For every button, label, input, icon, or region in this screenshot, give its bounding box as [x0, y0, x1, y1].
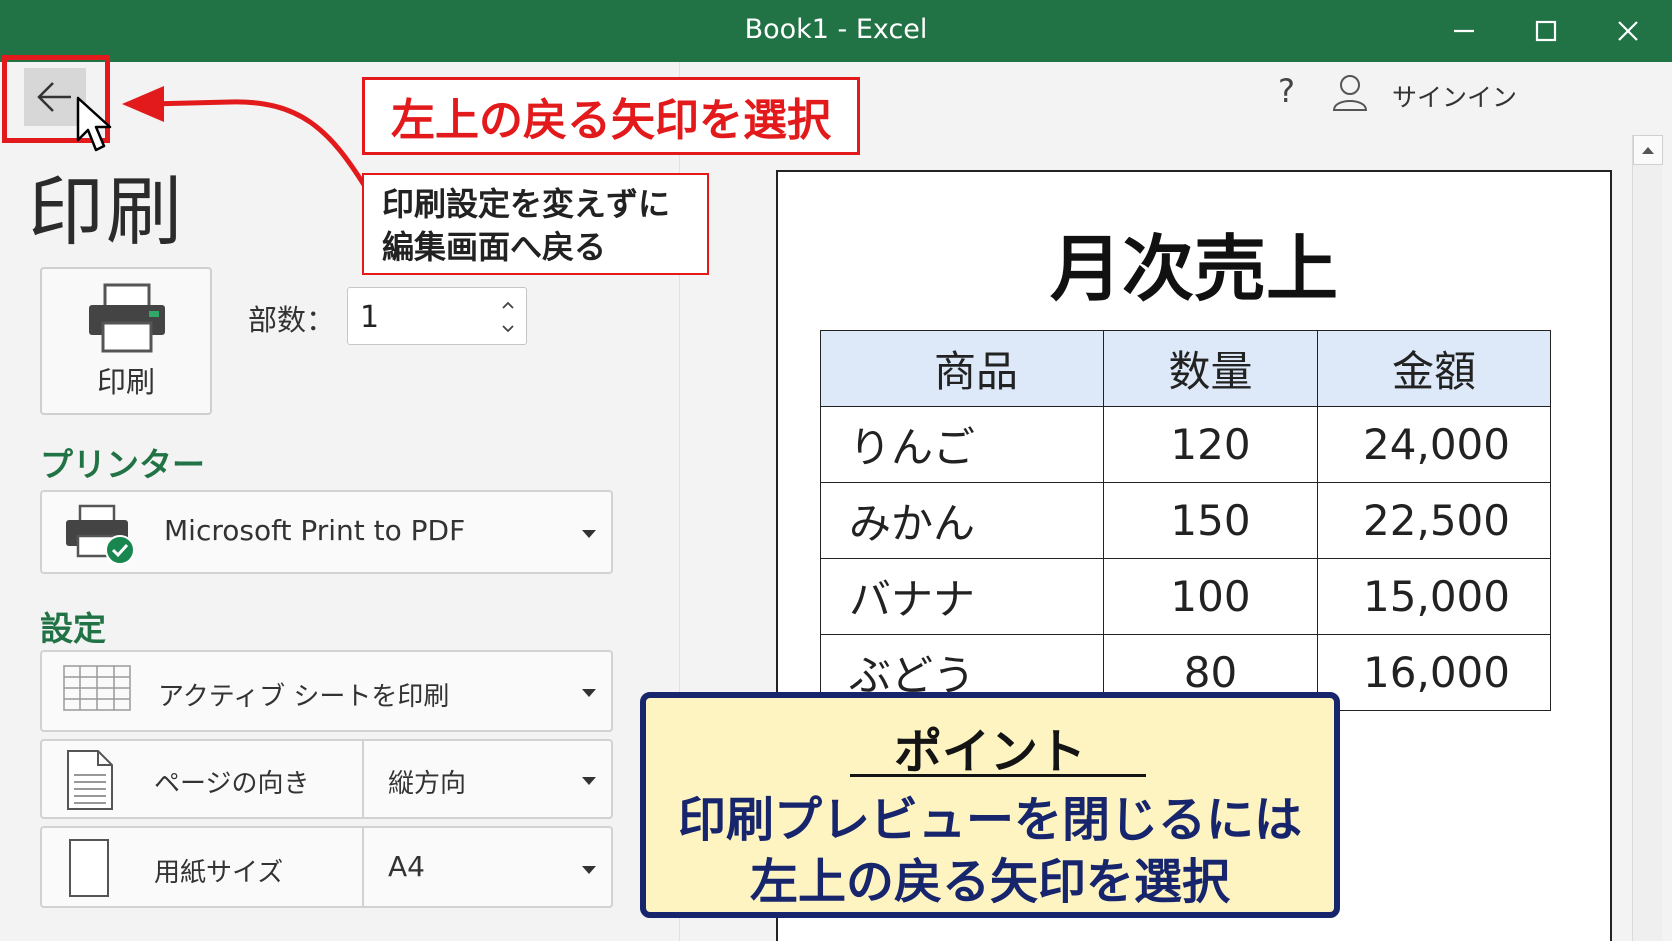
- amount-cell: 15,000: [1317, 558, 1551, 635]
- maximize-icon: [1535, 20, 1557, 42]
- main-callout: 左上の戻る矢印を選択: [362, 77, 860, 155]
- orientation-value: 縦方向: [388, 769, 467, 799]
- sub-callout-line: 印刷設定を変えずに: [382, 185, 671, 223]
- copies-increment-button[interactable]: [498, 296, 518, 314]
- printer-icon: [89, 283, 165, 353]
- table-row: りんご 120 24,000: [820, 406, 1551, 483]
- sub-callout-line: 編集画面へ戻る: [382, 228, 607, 266]
- portrait-page-icon: [67, 750, 113, 810]
- help-icon[interactable]: ?: [1278, 72, 1295, 110]
- quantity-cell: 100: [1103, 558, 1318, 635]
- print-what-select[interactable]: アクティブ シートを印刷: [40, 650, 613, 732]
- point-heading: ポイント: [893, 724, 1086, 780]
- point-underline: [850, 774, 1146, 777]
- point-text: 左上の戻る矢印を選択: [749, 854, 1230, 910]
- copies-label: 部数：: [248, 303, 336, 337]
- printer-select[interactable]: Microsoft Print to PDF: [40, 490, 613, 574]
- close-button[interactable]: [1588, 0, 1668, 62]
- product-cell: りんご: [820, 406, 1104, 483]
- table-header-row: 商品 数量 金額: [820, 330, 1551, 407]
- column-header: 数量: [1103, 330, 1318, 407]
- print-button-label: 印刷: [96, 365, 155, 399]
- printer-heading: プリンター: [40, 445, 205, 484]
- sheet-grid-icon: [63, 665, 131, 711]
- amount-cell: 22,500: [1317, 482, 1551, 559]
- account-icon[interactable]: [1330, 72, 1370, 112]
- preview-scrollbar[interactable]: [1632, 135, 1663, 941]
- annotation-arrow: [122, 86, 369, 190]
- column-header: 金額: [1317, 330, 1551, 407]
- chevron-down-icon: [582, 689, 596, 697]
- chevron-down-icon: [582, 866, 596, 874]
- quantity-cell: 150: [1103, 482, 1318, 559]
- table-row: みかん 150 22,500: [820, 482, 1551, 559]
- print-button[interactable]: 印刷: [40, 267, 212, 415]
- sub-callout: 印刷設定を変えずに 編集画面へ戻る: [362, 173, 709, 275]
- copies-value: 1: [360, 300, 380, 335]
- chevron-up-icon: [502, 301, 514, 309]
- orientation-select[interactable]: ページの向き 縦方向: [40, 739, 613, 819]
- divider: [362, 741, 364, 817]
- chevron-down-icon: [582, 530, 596, 538]
- copies-decrement-button[interactable]: [498, 320, 518, 338]
- chevron-down-icon: [502, 325, 514, 333]
- chevron-down-icon: [582, 777, 596, 785]
- print-what-value: アクティブ シートを印刷: [158, 682, 450, 712]
- paper-page-icon: [69, 839, 109, 897]
- product-cell: みかん: [820, 482, 1104, 559]
- settings-heading: 設定: [40, 609, 106, 648]
- point-callout: ポイント 印刷プレビューを閉じるには 左上の戻る矢印を選択: [640, 692, 1340, 918]
- divider: [362, 828, 364, 906]
- scroll-up-icon: [1642, 147, 1654, 154]
- copies-stepper[interactable]: 1: [347, 287, 527, 345]
- close-icon: [1618, 21, 1638, 41]
- paper-size-select[interactable]: 用紙サイズ A4: [40, 826, 613, 908]
- signin-link[interactable]: サインイン: [1392, 78, 1517, 114]
- point-text: 印刷プレビューを閉じるには: [677, 792, 1302, 848]
- paper-size-value: A4: [388, 850, 425, 883]
- column-header: 商品: [820, 330, 1104, 407]
- product-cell: バナナ: [820, 558, 1104, 635]
- printer-ready-icon: [66, 504, 135, 565]
- quantity-cell: 120: [1103, 406, 1318, 483]
- minimize-button[interactable]: [1424, 0, 1504, 62]
- amount-cell: 24,000: [1317, 406, 1551, 483]
- scroll-up-button[interactable]: [1633, 135, 1663, 165]
- amount-cell: 16,000: [1317, 634, 1551, 711]
- paper-size-label: 用紙サイズ: [154, 858, 284, 888]
- maximize-button[interactable]: [1506, 0, 1586, 62]
- sheet-title: 月次売上: [1049, 227, 1338, 311]
- minimize-icon: [1454, 29, 1474, 33]
- table-row: バナナ 100 15,000: [820, 558, 1551, 635]
- sales-table: 商品 数量 金額 りんご 120 24,000 みかん 150 22,500 バ…: [820, 330, 1551, 711]
- orientation-label: ページの向き: [154, 769, 310, 799]
- printer-name: Microsoft Print to PDF: [164, 514, 466, 547]
